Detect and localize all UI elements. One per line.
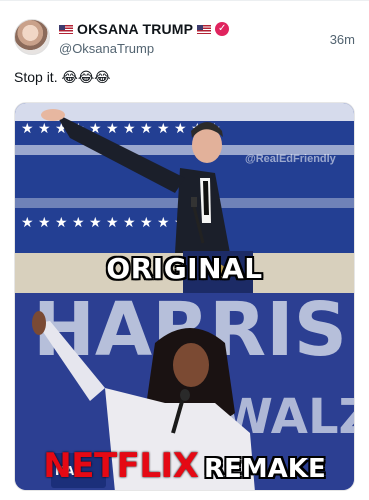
tweet-media-image[interactable]: ★ ★ ★ ★ ★ ★ ★ ★ ★ ★ ★ ★ ★ ★ ★ ★ ★ ★ ★ ★ … — [14, 102, 355, 491]
watermark: @RealEdFriendly — [245, 153, 336, 165]
remake-caption: NETFLIX REMAKE — [15, 446, 354, 486]
remake-caption-white: REMAKE — [204, 454, 326, 484]
original-panel: ★ ★ ★ ★ ★ ★ ★ ★ ★ ★ ★ ★ ★ ★ ★ ★ ★ ★ ★ ★ … — [15, 103, 354, 293]
tweet-card: OKSANA TRUMP ✓ @OksanaTrump 36m Stop it.… — [0, 0, 369, 500]
us-flag-icon — [59, 24, 73, 34]
tweet-header: OKSANA TRUMP ✓ @OksanaTrump 36m — [14, 19, 355, 59]
remake-caption-red: NETFLIX — [43, 446, 199, 486]
remake-panel: HARRIS WALZ HA NETFLIX REMAK — [15, 293, 354, 490]
handle[interactable]: @OksanaTrump — [59, 41, 154, 56]
author-name-row[interactable]: OKSANA TRUMP ✓ — [59, 21, 230, 37]
svg-text:★ ★ ★ ★ ★ ★ ★ ★ ★ ★: ★ ★ ★ ★ ★ ★ ★ ★ ★ ★ — [21, 215, 187, 231]
verified-badge-icon: ✓ — [215, 22, 230, 36]
tweet-text: Stop it. 😂😂😂 — [14, 69, 111, 85]
display-name[interactable]: OKSANA TRUMP — [77, 21, 193, 37]
original-caption: ORIGINAL — [106, 252, 263, 285]
svg-text:★ ★ ★ ★ ★ ★ ★ ★ ★ ★ ★ ★: ★ ★ ★ ★ ★ ★ ★ ★ ★ ★ ★ ★ — [21, 121, 221, 137]
timestamp[interactable]: 36m — [330, 32, 355, 47]
us-flag-icon — [197, 24, 212, 34]
avatar[interactable] — [14, 19, 50, 55]
